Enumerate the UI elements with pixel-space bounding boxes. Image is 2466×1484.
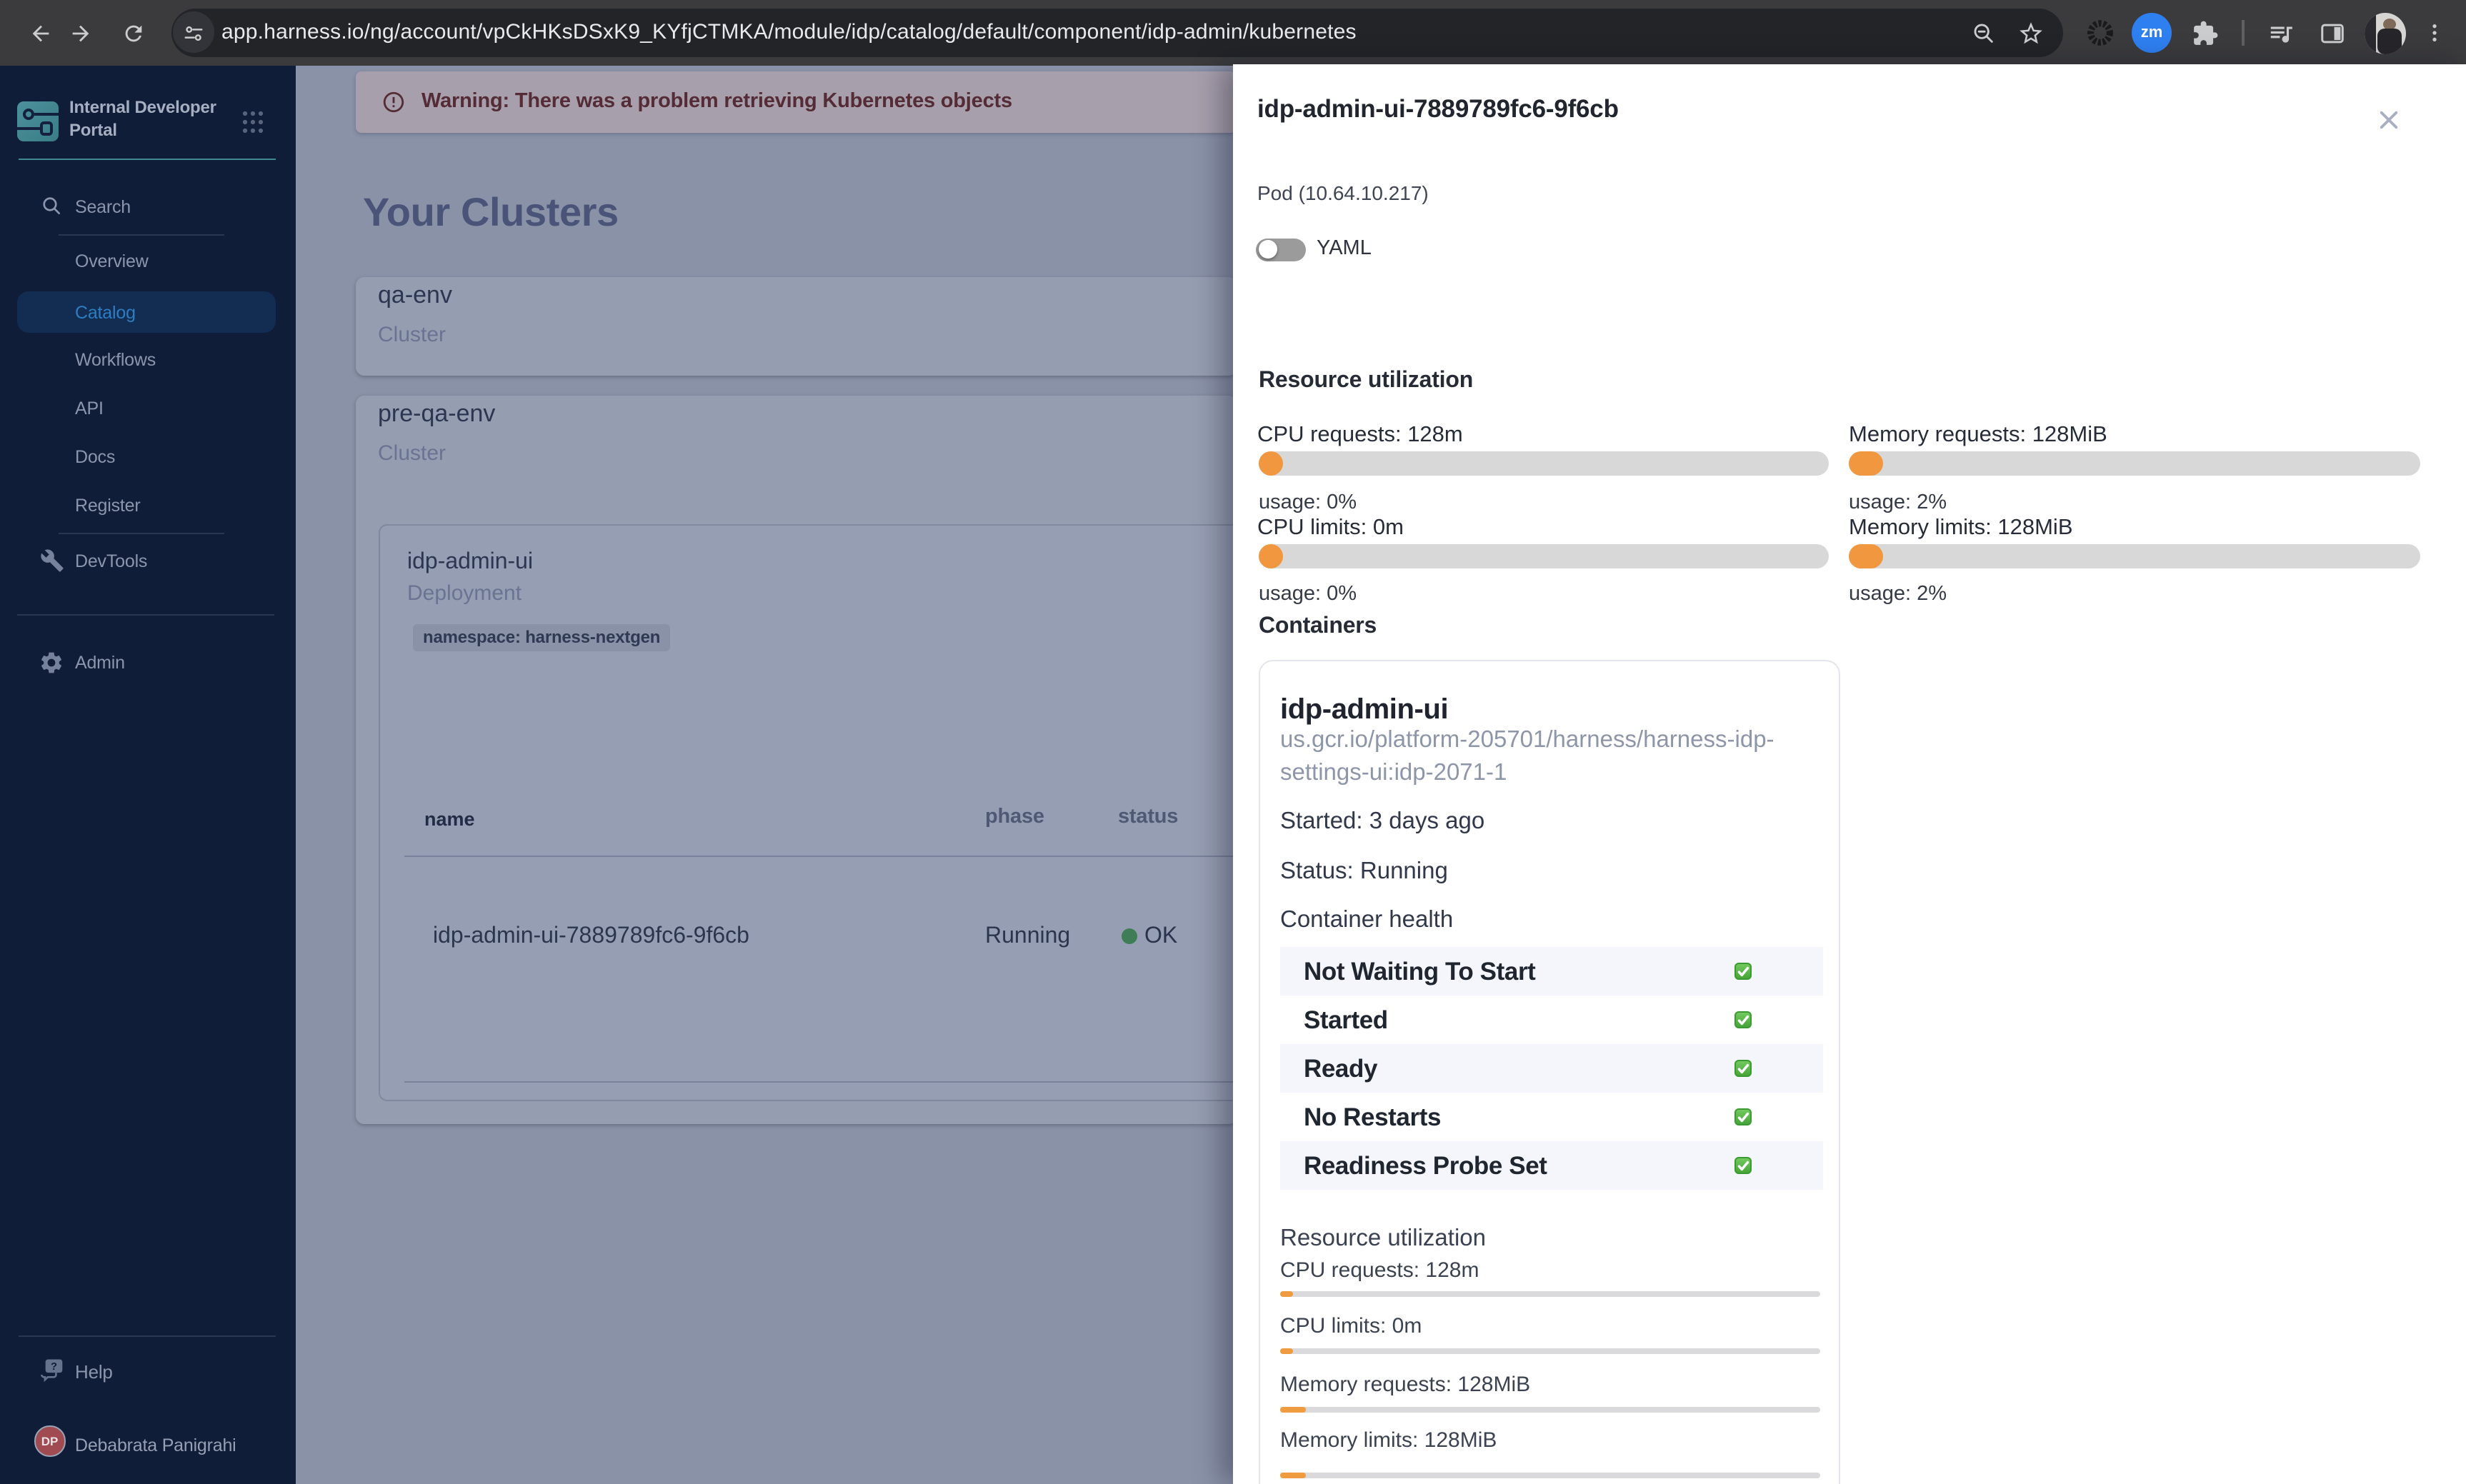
svg-text:?: ?	[51, 1361, 57, 1373]
